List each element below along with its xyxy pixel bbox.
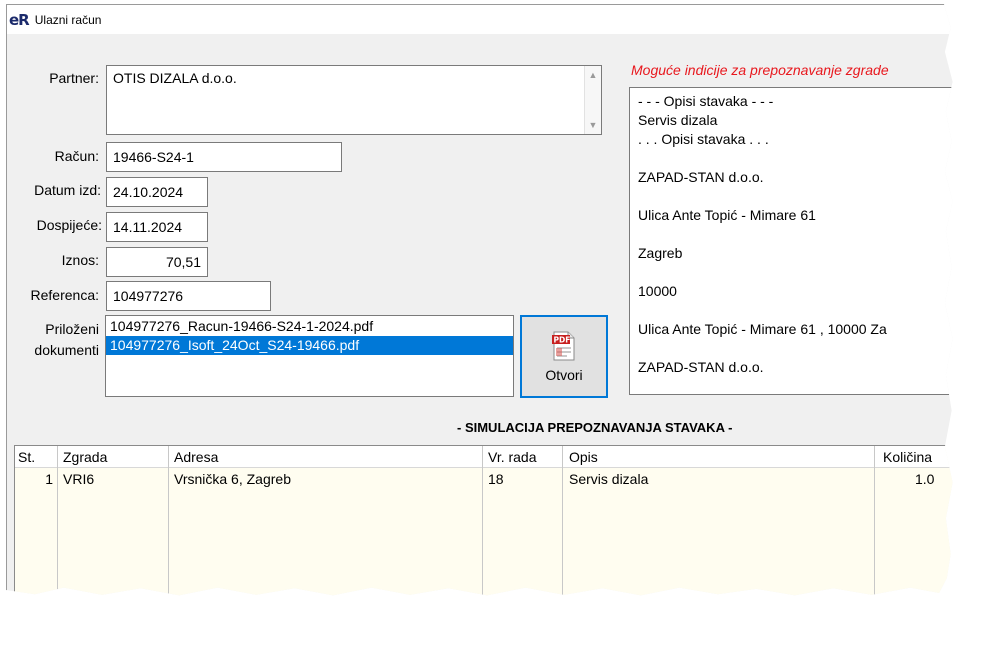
- column-divider: [15, 446, 58, 596]
- simulation-grid[interactable]: St. Zgrada Adresa Vr. rada Opis Količina…: [14, 445, 953, 596]
- datum-izd-label: Datum izd:: [34, 182, 101, 198]
- title-bar: eR Ulazni račun: [7, 5, 953, 34]
- attachment-item-selected[interactable]: 104977276_Isoft_24Oct_S24-19466.pdf: [106, 336, 513, 355]
- column-divider: [169, 446, 483, 596]
- attachments-list[interactable]: 104977276_Racun-19466-S24-1-2024.pdf 104…: [105, 315, 514, 397]
- column-header-zgrada[interactable]: Zgrada: [63, 449, 107, 465]
- dospijece-label: Dospijeće:: [36, 217, 102, 233]
- column-header-vr-rada[interactable]: Vr. rada: [488, 449, 537, 465]
- dokumenti-label: dokumenti: [34, 342, 99, 358]
- row-zgrada[interactable]: VRI6: [63, 471, 94, 487]
- column-header-st[interactable]: St.: [18, 449, 35, 465]
- window-title: Ulazni račun: [34, 12, 102, 27]
- partner-label: Partner:: [49, 70, 99, 86]
- hint-line: Ulica Ante Topić - Mimare 61 , 10000 Za: [638, 321, 887, 337]
- svg-text:PDF: PDF: [554, 335, 571, 344]
- column-header-kolicina[interactable]: Količina: [883, 449, 932, 465]
- racun-field[interactable]: 19466-S24-1: [106, 142, 342, 172]
- column-divider: [563, 446, 875, 596]
- hints-title: Moguće indicije za prepoznavanje zgrade: [631, 62, 889, 78]
- app-logo-icon: eR: [9, 10, 30, 29]
- open-button[interactable]: PDF Otvori: [520, 315, 608, 398]
- open-button-label: Otvori: [545, 366, 583, 383]
- partner-field[interactable]: OTIS DIZALA d.o.o. ▲ ▼: [106, 65, 602, 135]
- hint-line: ZAPAD-STAN d.o.o.: [638, 169, 764, 185]
- dospijece-field[interactable]: 14.11.2024: [106, 212, 208, 242]
- hint-line: Servis dizala: [638, 112, 718, 128]
- row-kolicina[interactable]: 1.0: [915, 471, 934, 487]
- hint-line: - - - Opisi stavaka - - -: [638, 93, 774, 109]
- racun-label: Račun:: [54, 148, 99, 164]
- column-header-opis[interactable]: Opis: [569, 449, 598, 465]
- referenca-label: Referenca:: [30, 287, 99, 303]
- row-vr-rada[interactable]: 18: [488, 471, 504, 487]
- partner-scrollbar[interactable]: ▲ ▼: [584, 66, 601, 134]
- scroll-up-icon[interactable]: ▲: [589, 70, 598, 80]
- attachment-item[interactable]: 104977276_Racun-19466-S24-1-2024.pdf: [106, 317, 513, 336]
- prilozeni-label: Priloženi: [45, 321, 99, 337]
- row-adresa[interactable]: Vrsnička 6, Zagreb: [174, 471, 291, 487]
- datum-izd-field[interactable]: 24.10.2024: [106, 177, 208, 207]
- ulazni-racun-window: eR Ulazni račun Partner: OTIS DIZALA d.o…: [6, 4, 953, 596]
- hint-line: . . . Opisi stavaka . . .: [638, 131, 769, 147]
- hints-box[interactable]: - - - Opisi stavaka - - - Servis dizala …: [629, 87, 953, 395]
- column-divider: [58, 446, 169, 596]
- column-divider: [483, 446, 563, 596]
- hint-line: Ulica Ante Topić - Mimare 61: [638, 207, 816, 223]
- iznos-label: Iznos:: [61, 252, 99, 268]
- row-opis[interactable]: Servis dizala: [569, 471, 648, 487]
- referenca-field[interactable]: 104977276: [106, 281, 271, 311]
- scroll-down-icon[interactable]: ▼: [589, 120, 598, 130]
- row-st[interactable]: 1: [15, 471, 53, 487]
- iznos-field[interactable]: 70,51: [106, 247, 208, 277]
- partner-value: OTIS DIZALA d.o.o.: [113, 70, 237, 86]
- column-header-adresa[interactable]: Adresa: [174, 449, 218, 465]
- pdf-icon: PDF: [552, 331, 575, 360]
- hint-line: ZAPAD-STAN d.o.o.: [638, 359, 764, 375]
- hint-line: 10000: [638, 283, 677, 299]
- hint-line: Zagreb: [638, 245, 683, 261]
- simulation-title: - SIMULACIJA PREPOZNAVANJA STAVAKA -: [457, 420, 733, 435]
